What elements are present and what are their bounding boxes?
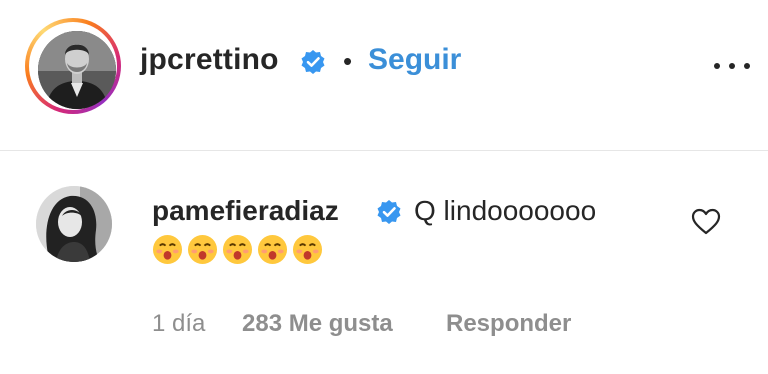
kissing-face-icon [222,234,253,265]
follow-button[interactable]: Seguir [368,43,461,77]
reply-button[interactable]: Responder [446,310,571,338]
more-horizontal-icon-dot [729,63,735,69]
kissing-face-icon [257,234,288,265]
profile-photo-woman-icon [36,186,112,262]
profile-avatar[interactable] [38,31,116,109]
verified-badge-icon [301,50,325,74]
more-options-button[interactable] [712,54,752,78]
header-divider [0,150,768,151]
more-horizontal-icon-dot [714,63,720,69]
verified-badge-icon [377,200,401,224]
post-header: jpcrettino • Seguir [0,0,768,150]
story-ring-gap [29,22,117,110]
profile-photo-man-icon [38,31,116,109]
more-horizontal-icon-dot [744,63,750,69]
comment-author-avatar[interactable] [36,186,112,262]
kissing-face-icon [187,234,218,265]
heart-outline-icon[interactable] [690,206,722,238]
story-ring[interactable] [25,18,121,114]
comment-text: Q lindooooooo [414,195,597,226]
separator-dot: • [343,46,353,76]
kissing-face-icon [152,234,183,265]
post-author-username[interactable]: jpcrettino [140,43,279,77]
kissing-face-icon [292,234,323,265]
comment-timestamp[interactable]: 1 día [152,310,205,338]
comment-like-count[interactable]: 283 Me gusta [242,310,393,338]
comment-author-username[interactable]: pamefieradiaz [152,195,339,227]
